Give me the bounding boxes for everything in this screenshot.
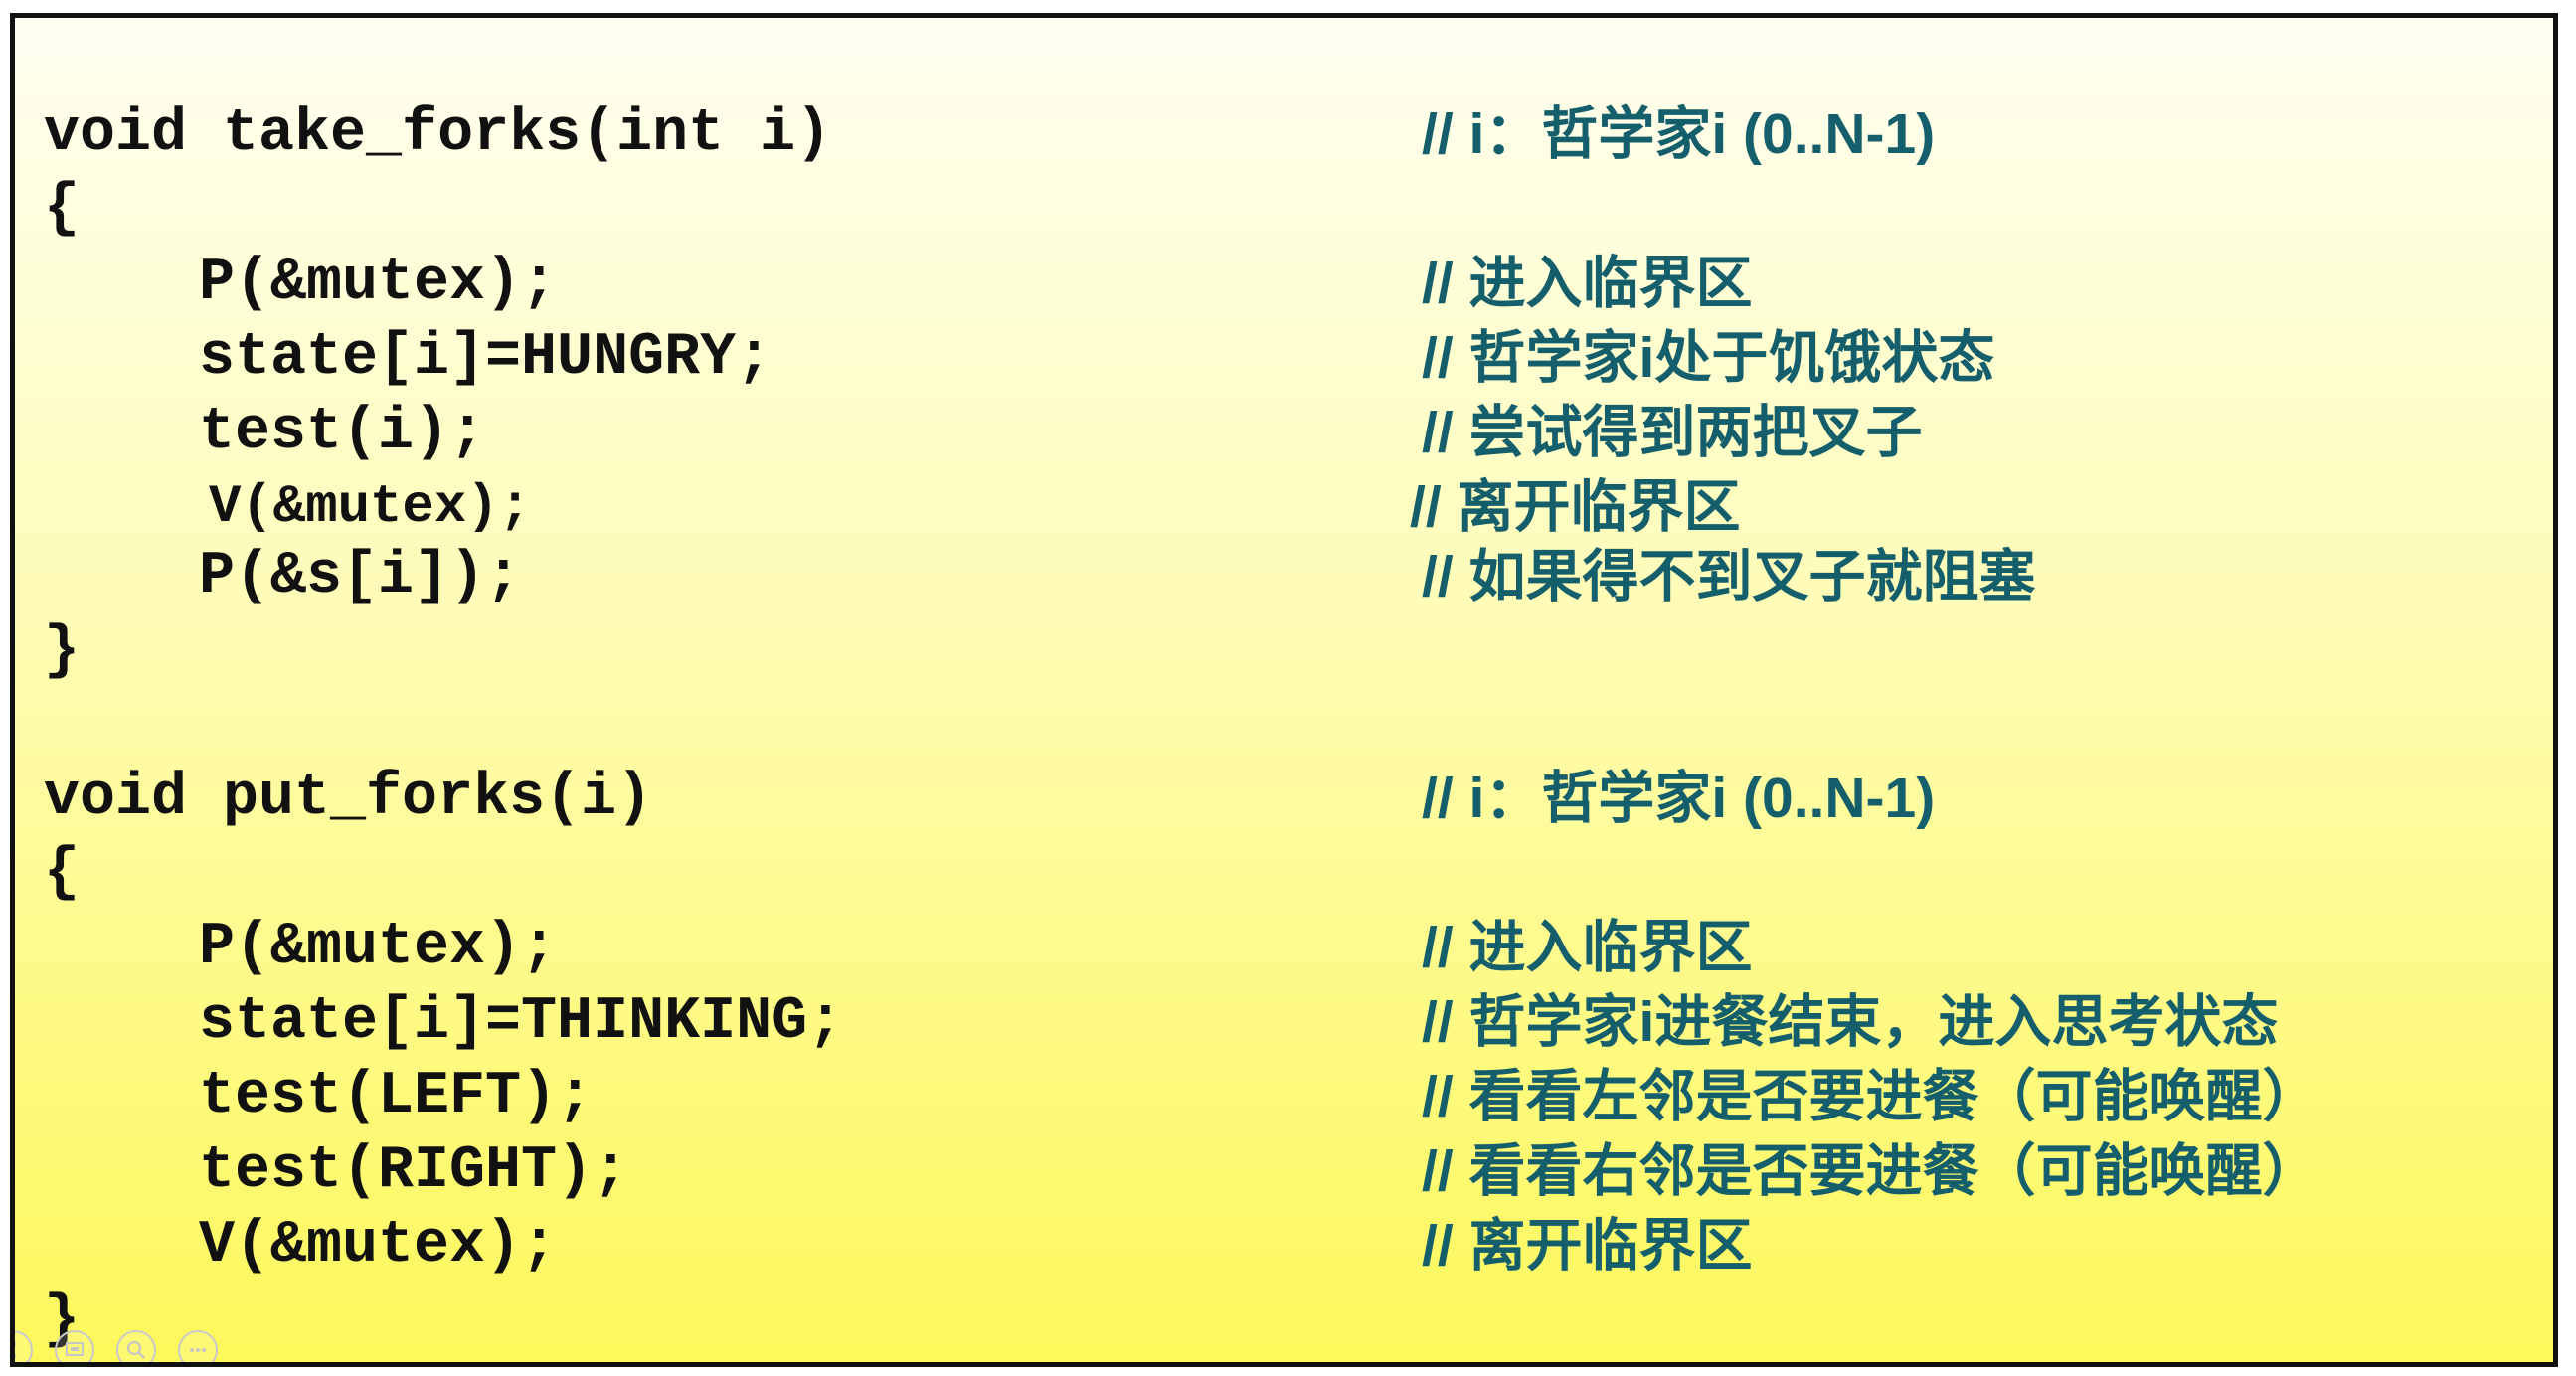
code-comment: // 哲学家i进餐结束，进入思考状态 <box>1422 990 2279 1054</box>
code-comment: // 如果得不到叉子就阻塞 <box>1422 545 2036 608</box>
code-text: state[i]=THINKING; <box>199 988 844 1056</box>
code-text: test(RIGHT); <box>199 1137 629 1205</box>
code-text: P(&s[i]); <box>199 543 522 610</box>
more-icon[interactable] <box>178 1330 218 1362</box>
code-line: state[i]=THINKING; // 哲学家i进餐结束，进入思考状态 <box>15 985 2553 1060</box>
code-text: V(&mutex); <box>199 1212 558 1280</box>
code-text: P(&mutex); <box>199 250 558 317</box>
previous-icon[interactable] <box>15 1330 33 1362</box>
code-line: { <box>15 172 2553 247</box>
code-text: void put_forks(i) <box>44 765 653 832</box>
code-line: void put_forks(i) // i：哲学家i (0..N-1) <box>15 762 2553 836</box>
code-line: } <box>15 614 2553 689</box>
code-comment: // i：哲学家i (0..N-1) <box>1422 767 1936 830</box>
code-comment: // 看看左邻是否要进餐（可能唤醒） <box>1422 1065 2319 1128</box>
code-text: { <box>44 175 81 243</box>
code-comment: // i：哲学家i (0..N-1) <box>1422 102 1936 166</box>
slide-code-box: void take_forks(int i) // i：哲学家i (0..N-1… <box>10 13 2558 1367</box>
code-comment: // 进入临界区 <box>1422 252 1753 315</box>
code-line: test(i); // 尝试得到两把叉子 <box>15 396 2553 470</box>
code-line: void take_forks(int i) // i：哲学家i (0..N-1… <box>15 97 2553 172</box>
code-text: V(&mutex); <box>209 477 532 538</box>
code-line: P(&mutex); // 进入临界区 <box>15 911 2553 985</box>
code-comment: // 离开临界区 <box>1410 475 1741 539</box>
code-comment: // 进入临界区 <box>1422 916 1753 979</box>
code-text: P(&mutex); <box>199 914 558 981</box>
code-text: void take_forks(int i) <box>44 100 832 168</box>
code-line: P(&mutex); // 进入临界区 <box>15 247 2553 321</box>
zoom-icon[interactable] <box>116 1330 156 1362</box>
code-line: V(&mutex); // 离开临界区 <box>15 470 2553 545</box>
presentation-viewer: void take_forks(int i) // i：哲学家i (0..N-1… <box>0 0 2576 1376</box>
slides-icon[interactable] <box>55 1330 94 1362</box>
code-line: V(&mutex); // 离开临界区 <box>15 1209 2553 1284</box>
code-comment: // 尝试得到两把叉子 <box>1422 401 1923 464</box>
code-comment: // 看看右邻是否要进餐（可能唤醒） <box>1422 1139 2319 1203</box>
code-line: } <box>15 1284 2553 1358</box>
code-line: test(LEFT); // 看看左邻是否要进餐（可能唤醒） <box>15 1060 2553 1134</box>
code-comment: // 哲学家i处于饥饿状态 <box>1422 326 1995 390</box>
code-comment: // 离开临界区 <box>1422 1214 1753 1278</box>
code-line: test(RIGHT); // 看看右邻是否要进餐（可能唤醒） <box>15 1134 2553 1209</box>
code-text: } <box>44 617 81 685</box>
code-text: test(i); <box>199 399 486 466</box>
code-text: test(LEFT); <box>199 1063 594 1130</box>
slideshow-controls <box>15 1324 218 1362</box>
code-line: state[i]=HUNGRY; // 哲学家i处于饥饿状态 <box>15 321 2553 396</box>
code-line: { <box>15 836 2553 911</box>
code-line: P(&s[i]); // 如果得不到叉子就阻塞 <box>15 540 2553 614</box>
code-text: state[i]=HUNGRY; <box>199 324 773 392</box>
code-text: { <box>44 839 81 907</box>
